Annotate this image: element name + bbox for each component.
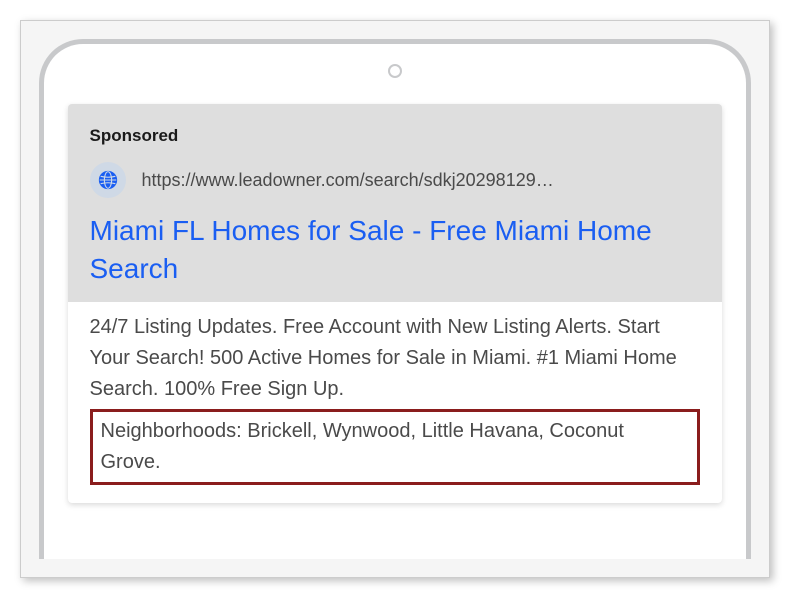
ad-url: https://www.leadowner.com/search/sdkj202… [142, 170, 554, 191]
globe-icon [90, 162, 126, 198]
sponsored-label: Sponsored [90, 126, 700, 146]
ad-url-row: https://www.leadowner.com/search/sdkj202… [90, 162, 700, 198]
screenshot-frame: Sponsored https://www.leadowner.com/sear… [20, 20, 770, 578]
ad-title-link[interactable]: Miami FL Homes for Sale - Free Miami Hom… [90, 212, 700, 288]
sponsored-ad-card[interactable]: Sponsored https://www.leadowner.com/sear… [68, 104, 722, 503]
highlighted-callout: Neighborhoods: Brickell, Wynwood, Little… [90, 409, 700, 485]
tablet-mockup: Sponsored https://www.leadowner.com/sear… [39, 39, 751, 559]
ad-header: Sponsored https://www.leadowner.com/sear… [68, 104, 722, 302]
callout-text: Neighborhoods: Brickell, Wynwood, Little… [101, 416, 689, 478]
ad-description: 24/7 Listing Updates. Free Account with … [90, 312, 700, 405]
tablet-camera-icon [388, 64, 402, 78]
ad-body: 24/7 Listing Updates. Free Account with … [68, 302, 722, 503]
